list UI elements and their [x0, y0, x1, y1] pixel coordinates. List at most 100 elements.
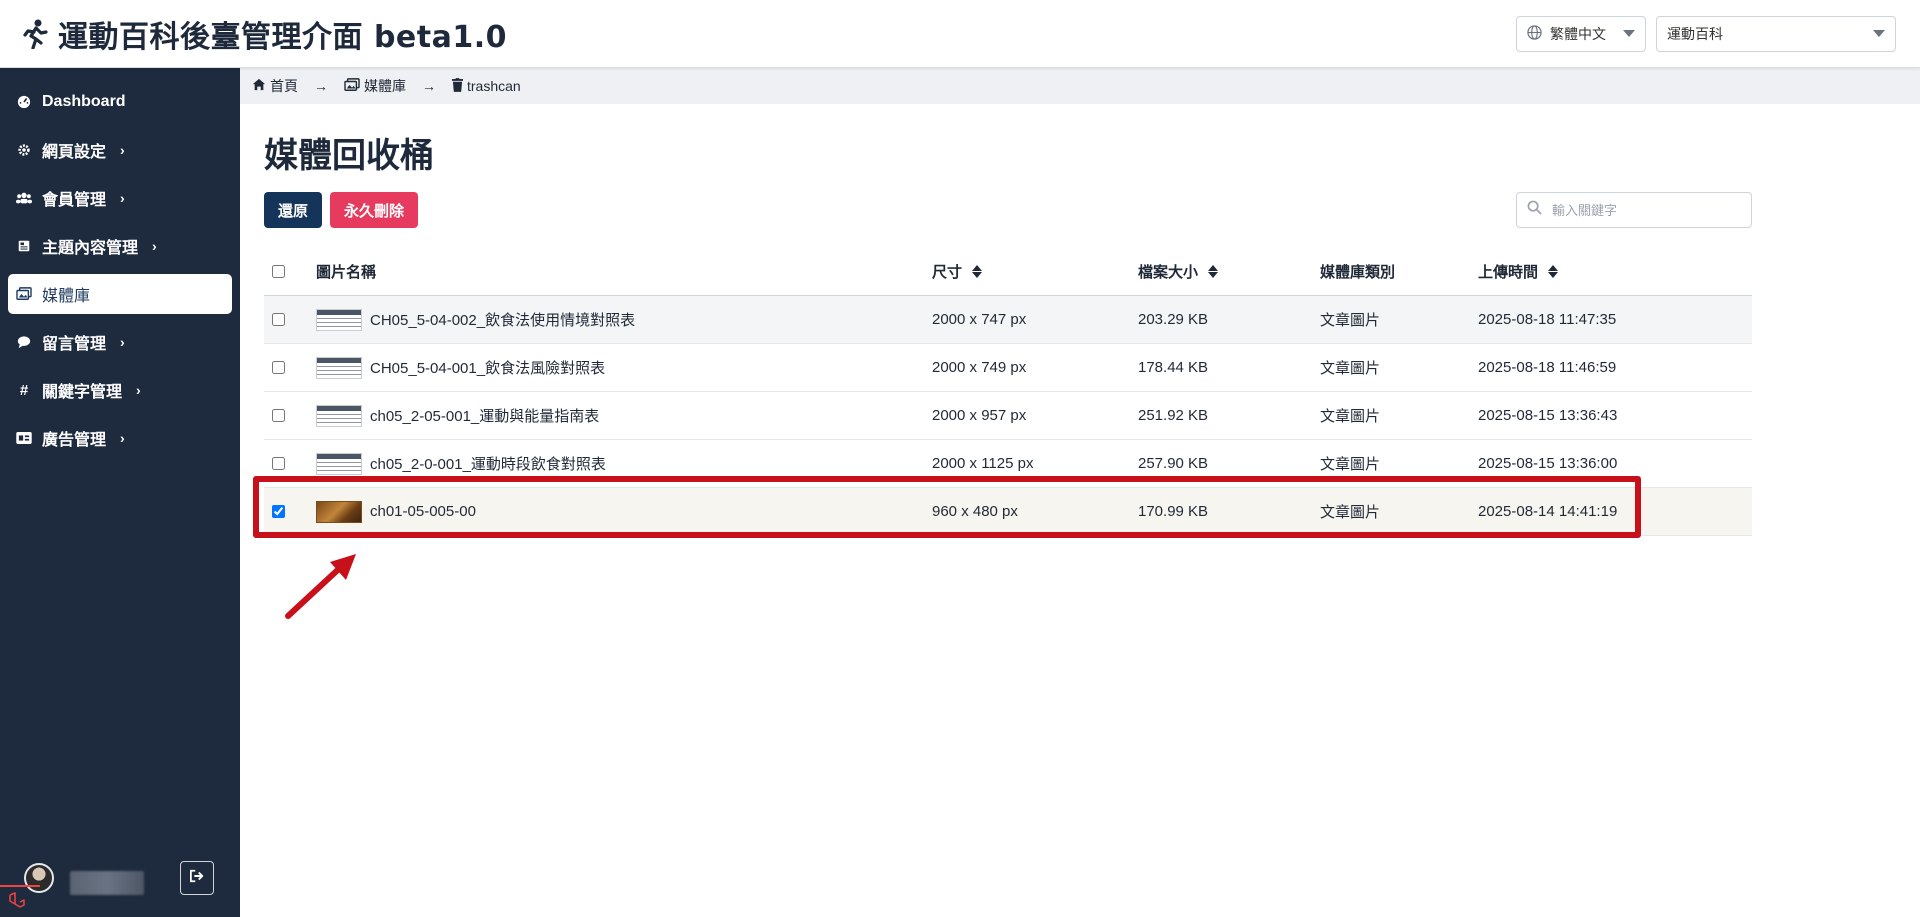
search-box[interactable]	[1516, 192, 1752, 228]
media-name: CH05_5-04-002_飲食法使用情境對照表	[370, 312, 636, 329]
table-header: 圖片名稱 尺寸 檔案大小 媒體庫類別 上傳時間	[264, 248, 1752, 296]
language-select-value: 繁體中文	[1550, 25, 1606, 42]
language-select[interactable]: 繁體中文	[1516, 15, 1646, 52]
chevron-right-icon: ›	[120, 334, 125, 350]
media-dimensions: 2000 x 1125 px	[932, 455, 1034, 472]
chevron-right-icon: ›	[120, 142, 125, 158]
search-icon	[1527, 200, 1542, 220]
sidebar-item-label: 留言管理	[42, 336, 107, 353]
sidebar-item-label: 會員管理	[42, 192, 107, 209]
media-type: 文章圖片	[1320, 456, 1381, 473]
arrow-right-icon: →	[422, 78, 436, 94]
media-name: ch05_2-05-001_運動與能量指南表	[370, 408, 600, 425]
sidebar-item-media-library[interactable]: 媒體庫	[8, 274, 232, 314]
header-controls: 繁體中文 運動百科	[1516, 15, 1896, 52]
sidebar-item-keywords[interactable]: # 關鍵字管理 ›	[8, 370, 232, 410]
breadcrumb-current-label: trashcan	[467, 78, 521, 94]
media-trash-table: 圖片名稱 尺寸 檔案大小 媒體庫類別 上傳時間 CH05_5-04-002_飲食…	[264, 248, 1752, 536]
page-title: 媒體回收桶	[264, 136, 434, 176]
media-filesize: 257.90 KB	[1138, 455, 1209, 472]
column-header-size[interactable]: 尺寸	[932, 261, 1138, 282]
sidebar-item-label: 廣告管理	[42, 432, 107, 449]
sort-icon[interactable]	[1548, 265, 1559, 278]
table-row[interactable]: ch05_2-05-001_運動與能量指南表 2000 x 957 px 251…	[264, 392, 1752, 440]
media-dimensions: 2000 x 747 px	[932, 311, 1027, 328]
sidebar-item-comments[interactable]: 留言管理 ›	[8, 322, 232, 362]
sidebar-item-label: 關鍵字管理	[42, 384, 123, 401]
users-icon	[16, 190, 32, 206]
column-header-time[interactable]: 上傳時間	[1478, 261, 1752, 282]
media-filesize: 178.44 KB	[1138, 359, 1209, 376]
column-header-filesize[interactable]: 檔案大小	[1138, 261, 1320, 282]
sidebar-item-dashboard[interactable]: Dashboard	[8, 82, 232, 122]
images-icon	[16, 286, 32, 302]
sidebar-item-label: 主題內容管理	[42, 240, 139, 257]
sidebar-item-label: Dashboard	[42, 93, 126, 110]
table-row[interactable]: CH05_5-04-001_飲食法風險對照表 2000 x 749 px 178…	[264, 344, 1752, 392]
app-title: 運動百科後臺管理介面 beta1.0	[58, 19, 507, 55]
media-upload-time: 2025-08-14 14:41:19	[1478, 503, 1618, 520]
breadcrumb-home-label: 首頁	[270, 78, 298, 94]
sidebar-item-label: 網頁設定	[42, 144, 107, 161]
breadcrumb-home[interactable]: 首頁	[252, 76, 298, 96]
bulk-actions: 還原 永久刪除	[264, 192, 419, 228]
media-dimensions: 2000 x 749 px	[932, 359, 1027, 376]
sort-icon[interactable]	[1208, 265, 1219, 278]
table-row[interactable]: ch05_2-0-001_運動時段飲食對照表 2000 x 1125 px 25…	[264, 440, 1752, 488]
row-checkbox[interactable]	[272, 457, 285, 470]
media-filesize: 170.99 KB	[1138, 503, 1209, 520]
media-name: ch01-05-005-00	[370, 503, 476, 520]
breadcrumb: 首頁 → 媒體庫 → trashcan	[240, 68, 1920, 104]
row-checkbox[interactable]	[272, 409, 285, 422]
image-thumbnail	[316, 356, 362, 379]
media-filesize: 251.92 KB	[1138, 407, 1209, 424]
media-upload-time: 2025-08-18 11:47:35	[1478, 311, 1617, 328]
media-type: 文章圖片	[1320, 504, 1381, 521]
sidebar-item-members[interactable]: 會員管理 ›	[8, 178, 232, 218]
site-select[interactable]: 運動百科	[1656, 15, 1896, 52]
table-row-selected[interactable]: ch01-05-005-00 960 x 480 px 170.99 KB 文章…	[264, 488, 1752, 536]
chevron-right-icon: ›	[136, 382, 141, 398]
permanent-delete-button[interactable]: 永久刪除	[330, 192, 419, 228]
dashboard-icon	[16, 94, 32, 110]
media-dimensions: 960 x 480 px	[932, 503, 1018, 520]
sort-icon[interactable]	[972, 265, 983, 278]
chevron-right-icon: ›	[120, 430, 125, 446]
arrow-right-icon: →	[314, 78, 328, 94]
select-all-checkbox[interactable]	[272, 265, 285, 278]
row-checkbox[interactable]	[272, 505, 285, 518]
media-filesize: 203.29 KB	[1138, 311, 1209, 328]
media-name: ch05_2-0-001_運動時段飲食對照表	[370, 456, 606, 473]
sidebar-item-ads[interactable]: 廣告管理 ›	[8, 418, 232, 458]
table-row[interactable]: CH05_5-04-002_飲食法使用情境對照表 2000 x 747 px 2…	[264, 296, 1752, 344]
row-checkbox[interactable]	[272, 361, 285, 374]
image-thumbnail	[316, 404, 362, 427]
search-input[interactable]	[1552, 202, 1732, 218]
sidebar-item-content[interactable]: 主題內容管理 ›	[8, 226, 232, 266]
logout-button[interactable]	[180, 861, 214, 895]
media-type: 文章圖片	[1320, 408, 1381, 425]
ad-icon	[16, 430, 32, 446]
username-redacted	[70, 871, 144, 895]
breadcrumb-media-label: 媒體庫	[364, 78, 406, 94]
chevron-down-icon	[1873, 30, 1885, 37]
media-type: 文章圖片	[1320, 312, 1381, 329]
home-icon	[252, 78, 266, 94]
sidebar-nav: Dashboard 網頁設定 › 會員管理 › 主題內容管理 › 媒體庫 留言管…	[0, 68, 240, 458]
trash-icon	[452, 77, 463, 95]
media-upload-time: 2025-08-18 11:46:59	[1478, 359, 1617, 376]
brand: 運動百科後臺管理介面 beta1.0	[20, 12, 507, 56]
chevron-right-icon: ›	[152, 238, 157, 254]
laravel-icon[interactable]	[0, 885, 40, 917]
running-person-icon	[20, 17, 50, 51]
gear-icon	[16, 142, 32, 158]
sidebar-item-web-settings[interactable]: 網頁設定 ›	[8, 130, 232, 170]
row-checkbox[interactable]	[272, 313, 285, 326]
sidebar-footer	[0, 857, 240, 917]
site-select-value: 運動百科	[1667, 25, 1723, 42]
image-thumbnail	[316, 308, 362, 331]
main-content: 首頁 → 媒體庫 → trashcan 媒體回收桶 還原 永久刪除 圖片名稱 尺…	[240, 68, 1920, 917]
breadcrumb-media-library[interactable]: 媒體庫	[344, 76, 406, 96]
media-type: 文章圖片	[1320, 360, 1381, 377]
restore-button[interactable]: 還原	[264, 192, 323, 228]
